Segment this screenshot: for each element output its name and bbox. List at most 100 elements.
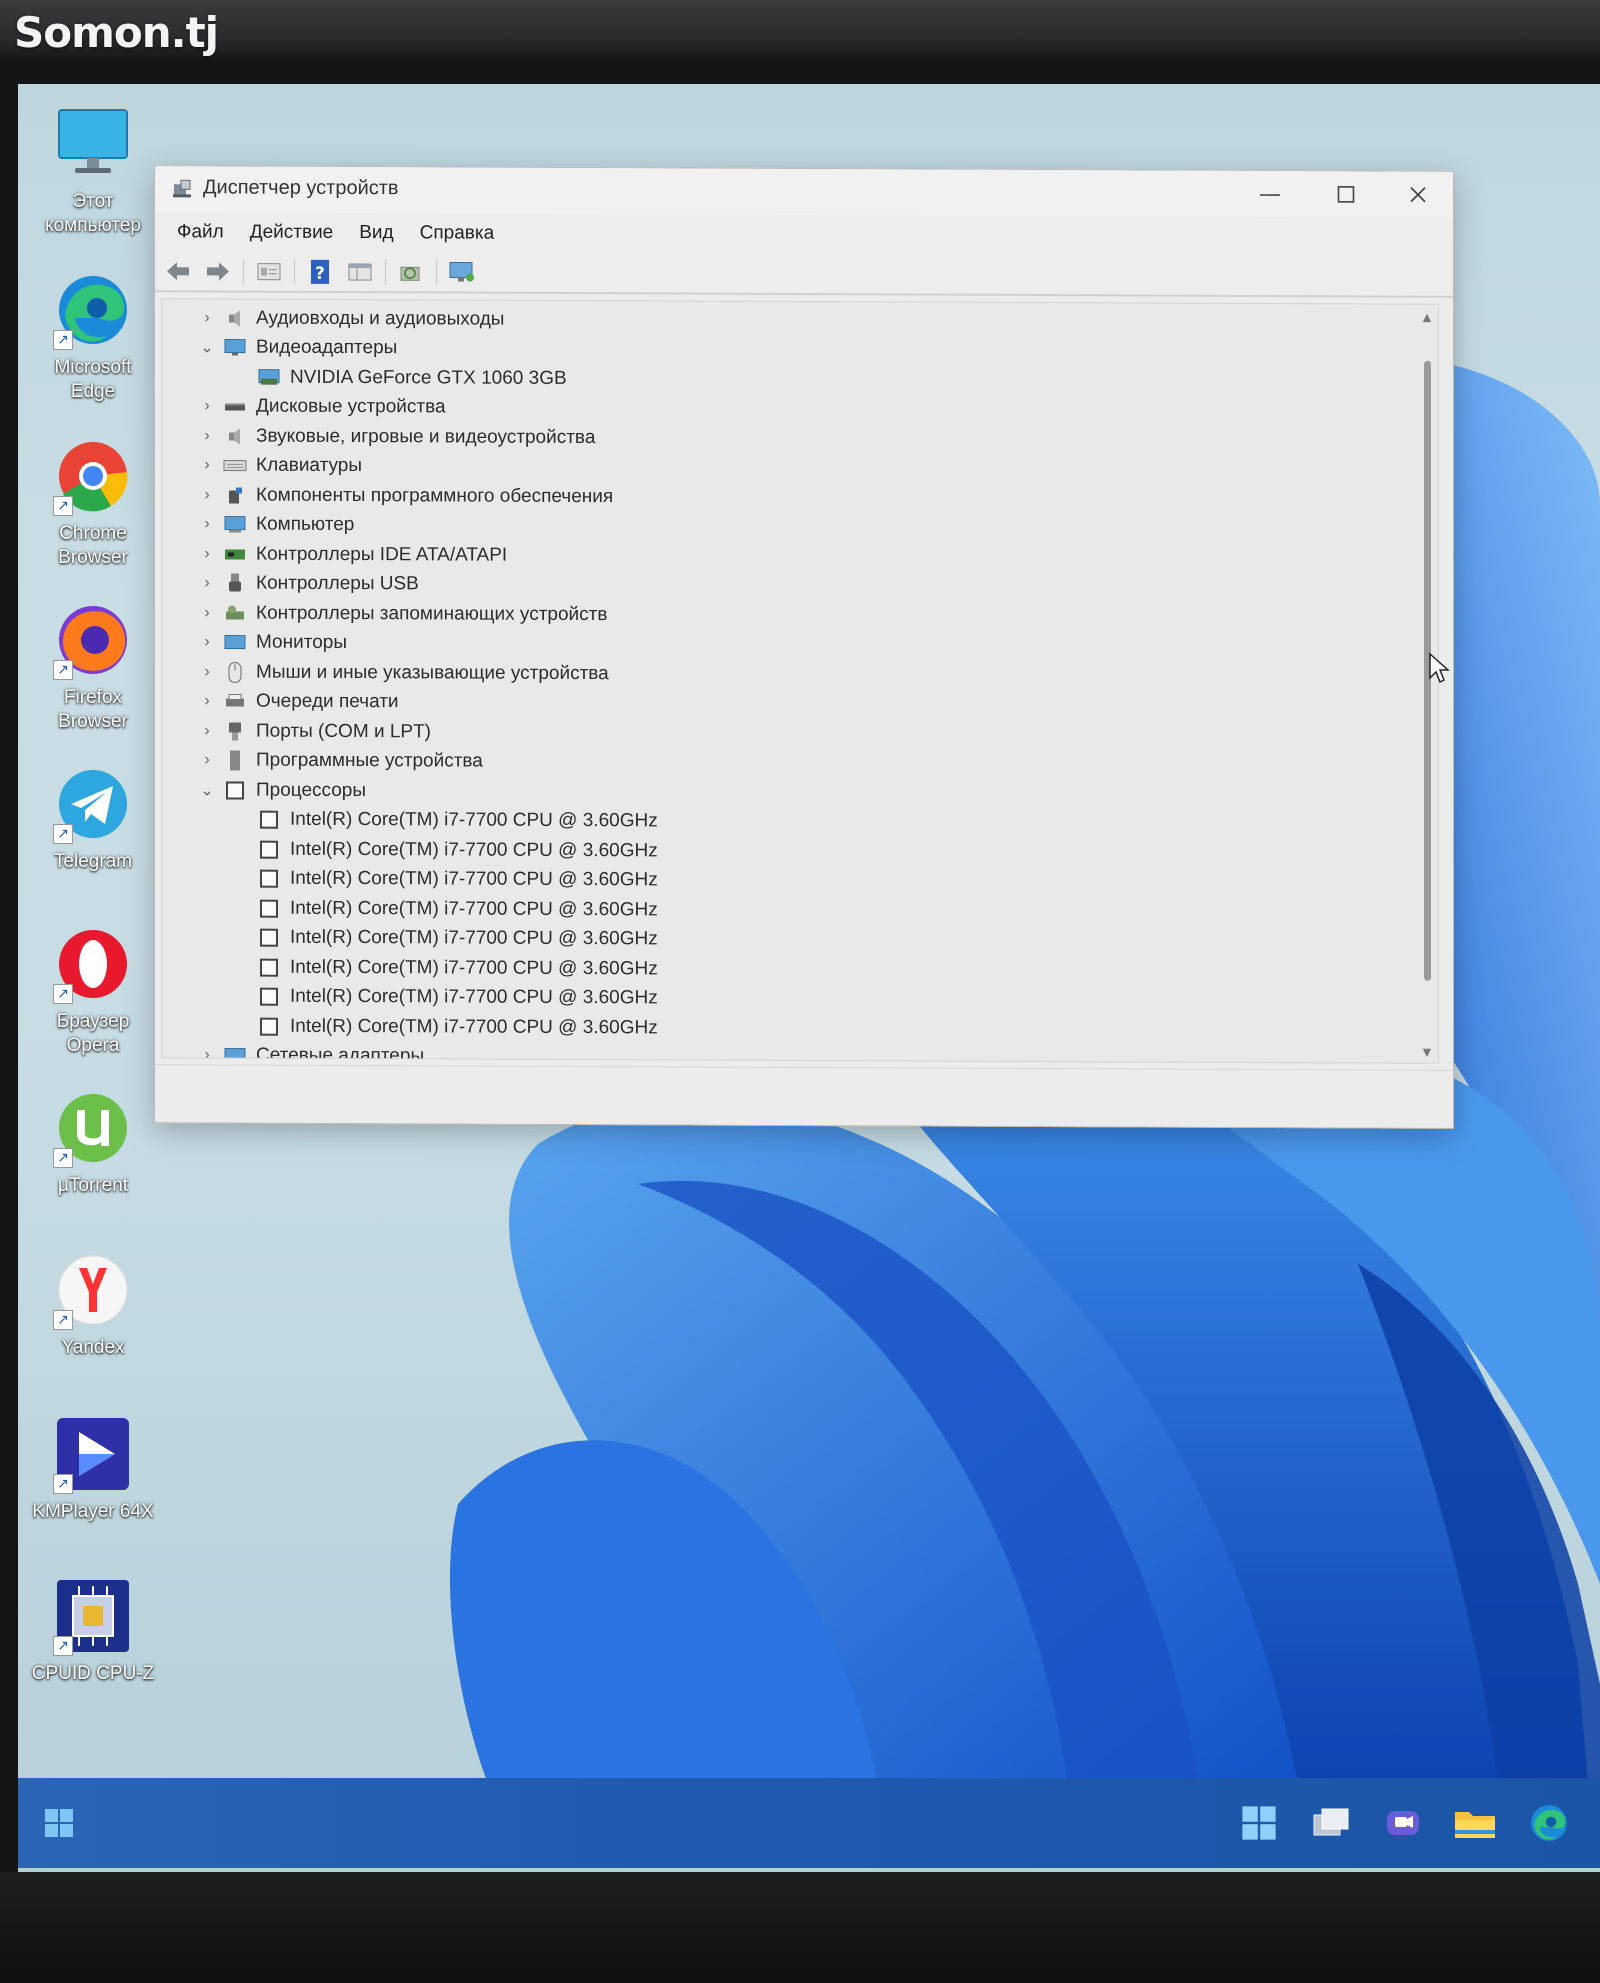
shortcut-arrow-icon: ↗ [53,660,73,680]
desktop-icon-label: Yandex [61,1337,125,1358]
desktop-icon-cpuz[interactable]: ↗ CPUID CPU-Z [28,1576,158,1686]
desktop-icon-telegram[interactable]: ↗ Telegram [28,764,158,874]
taskbar-file-explorer[interactable] [1452,1800,1498,1846]
taskbar-chat[interactable] [1380,1800,1426,1846]
menu-file[interactable]: Файл [167,217,234,247]
shortcut-arrow-icon: ↗ [53,1148,73,1168]
speaker-icon [222,307,248,329]
keyboard-icon [222,455,248,477]
chevron-right-icon[interactable]: › [192,575,222,593]
scan-hardware-icon [400,266,420,281]
chevron-right-icon[interactable]: › [192,309,222,327]
shortcut-arrow-icon: ↗ [53,1636,73,1656]
menu-view[interactable]: Вид [349,218,403,248]
display-adapter-icon [256,366,282,388]
desktop-icon-firefox[interactable]: ↗ Firefox Browser [28,600,158,734]
chevron-right-icon[interactable]: › [192,693,222,711]
desktop-icon-yandex[interactable]: ↗ Yandex [28,1250,158,1360]
tree-node-label: NVIDIA GeForce GTX 1060 3GB [290,366,567,389]
chevron-right-icon[interactable]: › [192,398,222,416]
shortcut-arrow-icon: ↗ [53,330,73,350]
monitor-icon [222,632,248,654]
desktop-icon-this-pc[interactable]: Этот компьютер [28,104,158,238]
chevron-down-icon[interactable]: ⌄ [192,780,222,800]
forward-button[interactable] [203,256,233,286]
desktop-icon-chrome[interactable]: ↗ Chrome Browser [28,436,158,570]
vertical-scrollbar[interactable]: ▲ ▼ [1420,311,1434,1059]
tree-node-label: Видеоадаптеры [256,336,398,359]
desktop-icon-edge[interactable]: ↗ Microsoft Edge [28,270,158,404]
chevron-right-icon[interactable]: › [192,486,222,504]
chevron-right-icon[interactable]: › [192,427,222,445]
tree-node-label: Intel(R) Core(TM) i7-7700 CPU @ 3.60GHz [290,838,658,862]
properties-icon [257,263,281,281]
help-icon: ? [311,259,329,284]
network-adapter-icon [222,1045,248,1064]
menu-action[interactable]: Действие [240,218,344,248]
maximize-icon [1337,186,1355,203]
chevron-right-icon[interactable]: › [192,752,222,770]
menu-help[interactable]: Справка [410,218,505,248]
watermark: Somon.tj [14,8,219,57]
taskbar-start-button[interactable] [1236,1800,1282,1846]
shortcut-arrow-icon: ↗ [53,984,73,1004]
port-icon [222,720,248,742]
chat-icon [1387,1811,1419,1835]
tree-node-label: Intel(R) Core(TM) i7-7700 CPU @ 3.60GHz [290,986,658,1009]
tree-node-label: Intel(R) Core(TM) i7-7700 CPU @ 3.60GHz [290,956,658,980]
tree-node-label: Мониторы [256,631,347,654]
desktop-icon-utorrent[interactable]: ↗ µTorrent [28,1088,158,1198]
chevron-right-icon[interactable]: › [192,516,222,534]
taskbar-start-button-left[interactable] [36,1800,82,1846]
cpuz-icon: ↗ [53,1576,133,1656]
back-button[interactable] [163,256,193,286]
chevron-right-icon[interactable]: › [192,1047,222,1064]
chevron-right-icon[interactable]: › [192,457,222,475]
utorrent-icon: ↗ [53,1088,133,1168]
processor-icon [222,779,248,801]
tree-node-label: Очереди печати [256,690,399,713]
desktop-icon-kmplayer[interactable]: ↗ KMPlayer 64X [28,1414,158,1524]
device-tree-panel[interactable]: › Аудиовходы и аудиовыходы ⌄ Видеоадапте… [161,298,1439,1064]
tree-node-label: Intel(R) Core(TM) i7-7700 CPU @ 3.60GHz [290,809,658,832]
taskbar-edge[interactable] [1526,1800,1572,1846]
tree-node-label: Аудиовходы и аудиовыходы [256,307,505,330]
view-button[interactable] [345,257,375,287]
title-bar[interactable]: Диспетчер устройств — [155,166,1453,218]
chevron-right-icon[interactable]: › [192,604,222,622]
tree-node-label: Дисковые устройства [256,395,446,418]
desktop-icon-label: KMPlayer 64X [32,1501,154,1522]
desktop-icon-label: µTorrent [57,1175,129,1196]
device-manager-window[interactable]: Диспетчер устройств — Файл Действие Вид … [154,165,1454,1129]
chevron-down-icon[interactable]: ⌄ [192,338,222,358]
scroll-down-arrow-icon[interactable]: ▼ [1420,1046,1434,1059]
monitor-button[interactable] [447,257,477,287]
printer-icon [222,691,248,713]
svg-text:?: ? [315,264,325,284]
chevron-right-icon[interactable]: › [192,545,222,563]
desktop: Этот компьютер ↗ Microsoft Edge ↗ Chrome… [18,84,1600,1872]
tree-node-label: Процессоры [256,779,367,801]
close-button[interactable] [1383,172,1453,218]
scroll-up-arrow-icon[interactable]: ▲ [1420,311,1434,324]
scan-hardware-button[interactable] [396,257,426,287]
properties-button[interactable] [254,257,284,287]
taskbar-task-view[interactable] [1308,1800,1354,1846]
back-arrow-icon [167,262,189,281]
desktop-icon-opera[interactable]: ↗ Браузер Opera [28,924,158,1058]
chevron-right-icon[interactable]: › [192,634,222,652]
processor-icon [256,897,282,919]
processor-icon [256,1015,282,1037]
processor-icon [256,986,282,1008]
help-button[interactable]: ? [305,257,335,287]
status-bar [155,1064,1453,1128]
task-view-icon [1313,1808,1349,1836]
chevron-right-icon[interactable]: › [192,663,222,681]
device-tree: › Аудиовходы и аудиовыходы ⌄ Видеоадапте… [162,303,1402,1064]
start-icon [1242,1806,1276,1840]
device-manager-app-icon [173,179,191,198]
maximize-button[interactable] [1311,171,1381,217]
start-icon [45,1809,73,1837]
chevron-right-icon[interactable]: › [192,722,222,740]
minimize-button[interactable]: — [1235,171,1305,217]
